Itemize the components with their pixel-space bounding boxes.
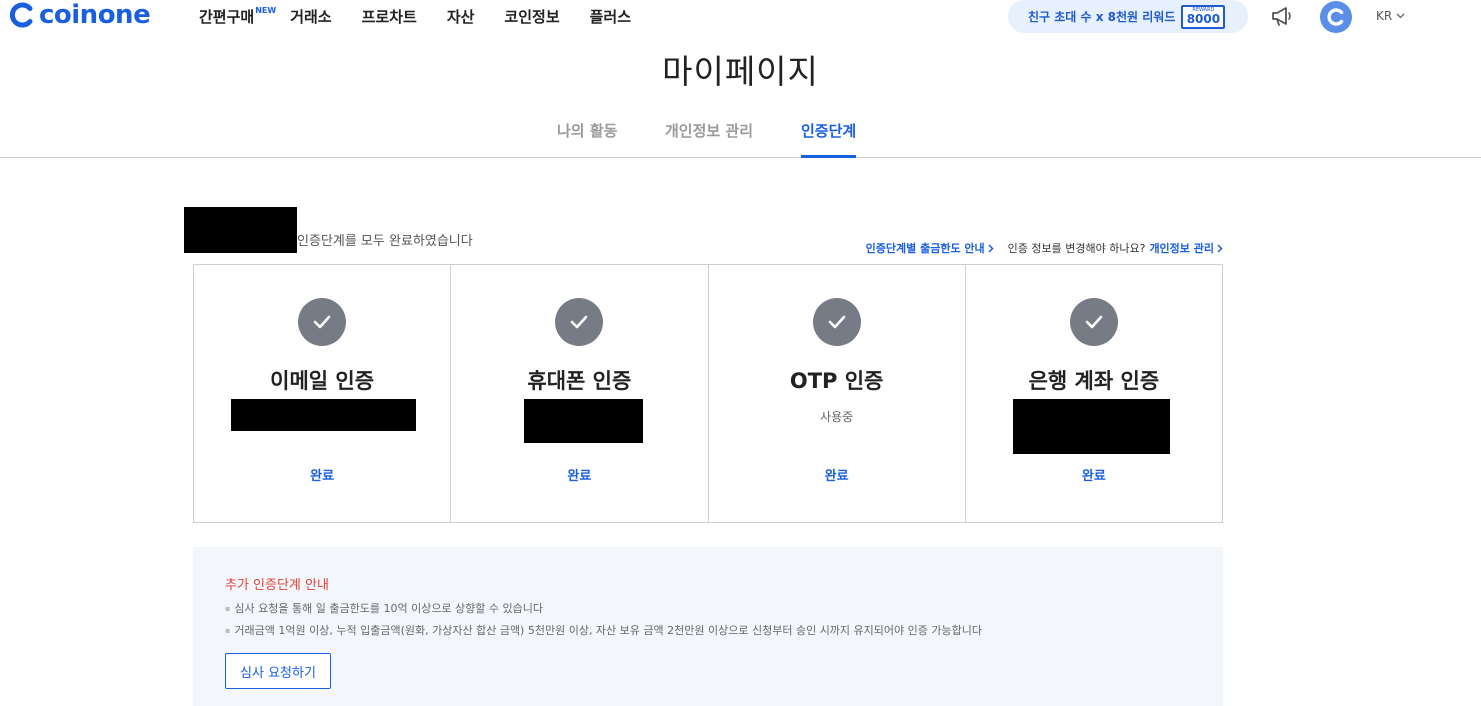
- invite-friends-banner[interactable]: 친구 초대 수 x 8천원 리워드 REWARD 8000: [1008, 0, 1248, 33]
- check-icon: [812, 298, 861, 346]
- chevron-right-icon: [988, 243, 994, 253]
- redacted-username: [184, 207, 297, 253]
- logo-text: coinone: [39, 0, 151, 30]
- card-subtext: 사용중: [820, 410, 854, 424]
- mypage-tabs: 나의 활동 개인정보 관리 인증단계: [0, 119, 1481, 158]
- redacted-phone: [524, 399, 644, 443]
- withdrawal-limit-link[interactable]: 인증단계별 출금한도 안내: [866, 240, 994, 256]
- check-icon: [298, 298, 347, 346]
- card-phone-verification: 휴대폰 인증 완료: [451, 265, 709, 522]
- invite-text: 친구 초대 수 x 8천원 리워드: [1028, 10, 1176, 24]
- new-badge: NEW: [255, 6, 277, 15]
- language-selector[interactable]: KR: [1376, 9, 1405, 23]
- verification-cards: 이메일 인증 완료 휴대폰 인증 완료 OTP 인증 사용중 완료 은행 계좌 …: [193, 264, 1223, 523]
- nav-exchange[interactable]: 거래소: [290, 6, 331, 28]
- check-icon: [555, 298, 604, 346]
- chevron-down-icon: [1396, 13, 1405, 19]
- card-status: 완료: [310, 469, 335, 484]
- nav-quick-buy[interactable]: 간편구매 NEW: [199, 6, 276, 28]
- card-email-verification: 이메일 인증 완료: [194, 265, 452, 522]
- tab-my-activity[interactable]: 나의 활동: [557, 119, 617, 158]
- tab-verification[interactable]: 인증단계: [801, 119, 857, 158]
- card-otp-verification: OTP 인증 사용중 완료: [709, 265, 966, 522]
- verification-status-text: 인증단계를 모두 완료하였습니다: [297, 234, 473, 249]
- reward-badge: REWARD 8000: [1181, 4, 1226, 29]
- personal-info-link-label: 개인정보 관리: [1149, 242, 1214, 255]
- card-bank-verification: 은행 계좌 인증 완료: [966, 265, 1222, 522]
- nav-assets[interactable]: 자산: [447, 6, 475, 28]
- check-icon: [1069, 298, 1118, 346]
- language-label: KR: [1376, 9, 1393, 23]
- reward-value: 8000: [1186, 12, 1221, 26]
- card-status: 완료: [1081, 469, 1106, 484]
- coinone-logo[interactable]: coinone: [8, 0, 151, 30]
- top-header: coinone 간편구매 NEW 거래소 프로차트 자산 코인정보 플러스 친구…: [0, 0, 1481, 34]
- avatar-logo-icon: [1327, 8, 1344, 26]
- nav-plus[interactable]: 플러스: [590, 6, 631, 28]
- personal-info-link[interactable]: 개인정보 관리: [1149, 240, 1223, 256]
- card-title: 은행 계좌 인증: [1028, 369, 1160, 393]
- nav-coin-info[interactable]: 코인정보: [504, 6, 559, 28]
- nav-quick-buy-label: 간편구매: [199, 8, 255, 26]
- card-title: 휴대폰 인증: [527, 369, 632, 393]
- additional-verification-info: 추가 인증단계 안내 심사 요청을 통해 일 출금한도를 10억 이상으로 상향…: [193, 547, 1223, 706]
- status-links: 인증단계별 출금한도 안내 인증 정보를 변경해야 하나요? 개인정보 관리: [866, 240, 1223, 256]
- coinone-logo-icon: [9, 2, 33, 28]
- info-title: 추가 인증단계 안내: [225, 578, 329, 593]
- request-review-button[interactable]: 심사 요청하기: [225, 653, 331, 689]
- user-avatar[interactable]: [1320, 1, 1352, 33]
- nav-pro-chart[interactable]: 프로차트: [362, 6, 417, 28]
- info-line: 심사 요청을 통해 일 출금한도를 10억 이상으로 상향할 수 있습니다: [225, 600, 543, 616]
- page-title: 마이페이지: [662, 52, 819, 91]
- card-status: 완료: [567, 469, 592, 484]
- tab-personal-info[interactable]: 개인정보 관리: [665, 119, 753, 158]
- info-line: 거래금액 1억원 이상, 누적 입출금액(원화, 가상자산 합산 금액) 5천만…: [225, 622, 982, 638]
- card-title: 이메일 인증: [270, 369, 375, 393]
- withdrawal-limit-link-label: 인증단계별 출금한도 안내: [865, 242, 985, 255]
- chevron-right-icon: [1217, 243, 1223, 253]
- change-info-prompt: 인증 정보를 변경해야 하나요?: [1007, 242, 1146, 255]
- card-status: 완료: [824, 469, 849, 484]
- card-title: OTP 인증: [789, 369, 884, 393]
- main-nav: 간편구매 NEW 거래소 프로차트 자산 코인정보 플러스: [199, 6, 661, 28]
- redacted-bank-account: [1012, 399, 1170, 454]
- redacted-email: [231, 399, 416, 431]
- megaphone-icon[interactable]: [1270, 5, 1294, 27]
